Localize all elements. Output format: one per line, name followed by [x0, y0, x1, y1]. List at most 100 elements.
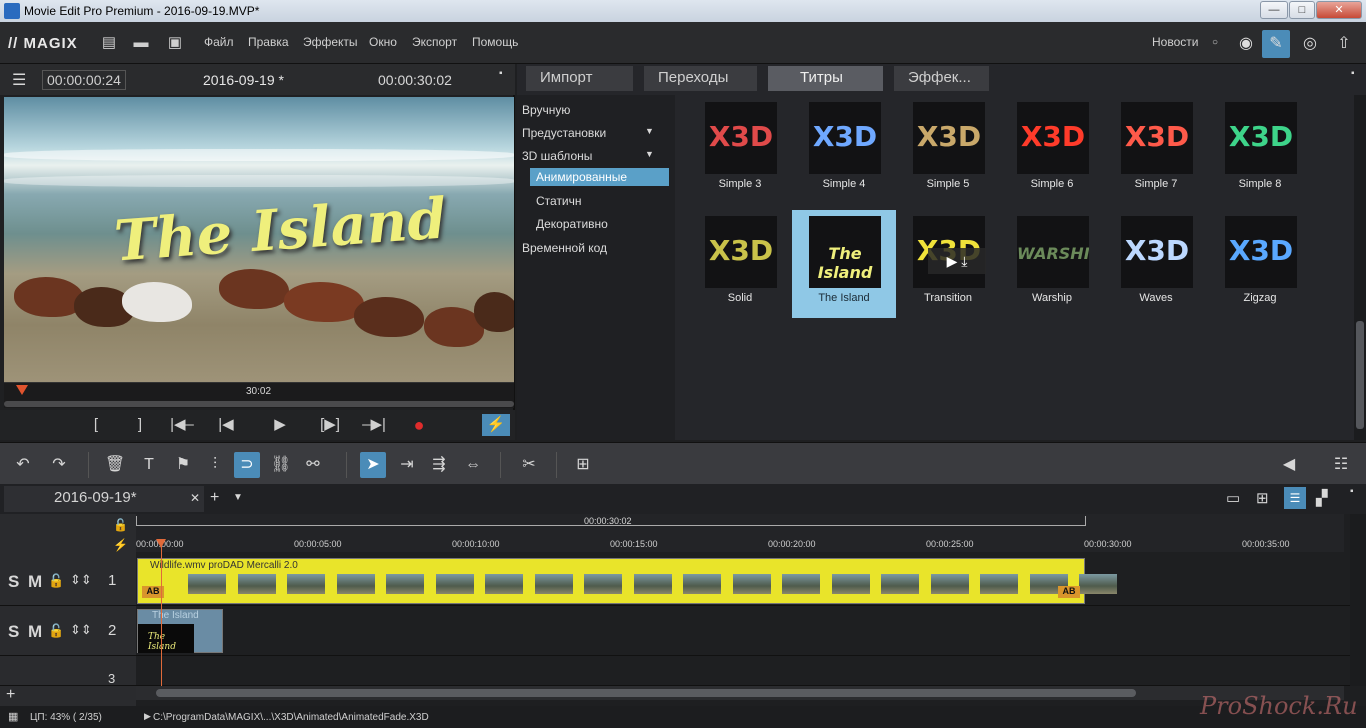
- ab-fade-badge[interactable]: AB: [1058, 586, 1080, 598]
- timeline-vscroll[interactable]: [1350, 514, 1366, 686]
- magnet-icon[interactable]: ⊃: [234, 452, 260, 478]
- multicam-view-icon[interactable]: ▞: [1316, 489, 1328, 507]
- maximize-panel-icon[interactable]: ▪: [1351, 68, 1355, 79]
- timeline-scrollbar[interactable]: [136, 686, 1344, 700]
- scrub-bar[interactable]: 30:02: [4, 382, 514, 408]
- tab-effects[interactable]: Эффек...: [894, 66, 989, 91]
- edit-mode-icon[interactable]: ✎: [1262, 30, 1290, 58]
- title-tile[interactable]: X3D Simple 6: [1000, 96, 1104, 204]
- tree-item-3d-templates[interactable]: 3D шаблоны: [522, 149, 592, 163]
- preview-download-icon[interactable]: ▶ ⤓: [928, 248, 986, 274]
- tree-item-animated[interactable]: Анимированные: [530, 168, 669, 186]
- maximize-panel-icon[interactable]: ▪: [1350, 486, 1354, 497]
- solo-mute-controls[interactable]: S M: [8, 622, 44, 642]
- maximize-button[interactable]: □: [1289, 1, 1315, 19]
- close-button[interactable]: ✕: [1316, 1, 1362, 19]
- title-tile[interactable]: WARSHIP Warship: [1000, 210, 1104, 318]
- open-folder-icon[interactable]: ▬: [132, 34, 150, 52]
- scroll-thumb[interactable]: [1356, 321, 1364, 429]
- save-icon[interactable]: ▣: [166, 34, 184, 52]
- burn-disc-icon[interactable]: ◎: [1296, 30, 1324, 58]
- add-track-icon[interactable]: +: [6, 686, 15, 704]
- timeline-ruler[interactable]: 00:00:30:02 00:00:00:00 00:00:05:00 00:00:…: [136, 514, 1344, 552]
- title-tile[interactable]: X3D Zigzag: [1208, 210, 1312, 318]
- menu-edit[interactable]: Правка: [248, 35, 289, 49]
- menu-window[interactable]: Окно: [369, 35, 397, 49]
- minimize-button[interactable]: —: [1260, 1, 1288, 19]
- prev-frame-button[interactable]: |◀: [212, 414, 240, 436]
- insert-icon[interactable]: ⊞: [570, 452, 596, 478]
- cut-icon[interactable]: ✂: [516, 452, 542, 478]
- new-file-icon[interactable]: ▤: [100, 34, 118, 52]
- title-tile[interactable]: X3D Simple 5: [896, 96, 1000, 204]
- unlink-icon[interactable]: ⚯: [300, 452, 326, 478]
- undo-icon[interactable]: ↶: [10, 452, 36, 478]
- title-tile[interactable]: The Island The Island: [792, 210, 896, 318]
- title-icon[interactable]: T: [136, 452, 162, 478]
- ripple-icon[interactable]: ⇥: [394, 452, 420, 478]
- menu-effects[interactable]: Эффекты: [303, 35, 358, 49]
- video-clip-wildlife[interactable]: Wildlife.wmv proDAD Mercalli 2.0 AB AB: [137, 558, 1117, 604]
- tree-item-decorative[interactable]: Декоративно: [536, 217, 608, 231]
- mark-out-button[interactable]: ]: [126, 414, 154, 436]
- tab-titles[interactable]: Титры: [768, 66, 883, 91]
- quick-action-button[interactable]: ⚡: [482, 414, 510, 436]
- lightning-icon[interactable]: ⚡: [113, 538, 128, 552]
- menu-export[interactable]: Экспорт: [412, 35, 457, 49]
- solo-mute-controls[interactable]: S M: [8, 572, 44, 592]
- play-button[interactable]: ▶: [266, 414, 294, 436]
- scrub-track[interactable]: [4, 401, 514, 407]
- playhead-marker[interactable]: [156, 539, 166, 548]
- add-tab-icon[interactable]: +: [210, 489, 219, 507]
- track-lock-icon[interactable]: 🔓: [48, 573, 64, 589]
- multi-ripple-icon[interactable]: ⇶: [426, 452, 452, 478]
- title-tile[interactable]: X3D Simple 7: [1104, 96, 1208, 204]
- maximize-panel-icon[interactable]: ▪: [499, 68, 503, 79]
- playhead[interactable]: [161, 540, 162, 686]
- tab-import[interactable]: Импорт: [526, 66, 633, 91]
- tab-transitions[interactable]: Переходы: [644, 66, 757, 91]
- tree-item-timecode[interactable]: Временной код: [522, 241, 607, 255]
- mode-toggle-icon[interactable]: ◉: [1232, 30, 1260, 58]
- pointer-icon[interactable]: ➤: [360, 452, 386, 478]
- pool-scrollbar[interactable]: [1354, 95, 1366, 440]
- upload-icon[interactable]: ⇧: [1330, 30, 1358, 58]
- split-icon[interactable]: ⫶: [202, 452, 228, 478]
- track-height-icon[interactable]: ⇕⇕: [70, 572, 92, 588]
- title-tile[interactable]: X3D Waves: [1104, 210, 1208, 318]
- expand-arrow-icon[interactable]: ▼: [645, 149, 654, 159]
- stretch-icon[interactable]: ⇔: [460, 452, 486, 478]
- tab-menu-icon[interactable]: ▼: [233, 492, 243, 503]
- project-tab[interactable]: 2016-09-19*: [4, 486, 204, 512]
- go-to-end-button[interactable]: –▶|: [360, 414, 388, 436]
- title-tile[interactable]: X3D Simple 3: [688, 96, 792, 204]
- close-tab-icon[interactable]: ✕: [190, 491, 200, 505]
- tree-item-static[interactable]: Статичн: [536, 194, 582, 208]
- current-timecode[interactable]: 00:00:00:24: [42, 70, 126, 90]
- tree-item-manual[interactable]: Вручную: [522, 103, 570, 117]
- menu-help[interactable]: Помощь: [472, 35, 518, 49]
- lock-icon[interactable]: 🔓: [113, 518, 128, 532]
- track-height-icon[interactable]: ⇕⇕: [70, 622, 92, 638]
- title-tile[interactable]: X3D Simple 4: [792, 96, 896, 204]
- delete-icon[interactable]: 🗑: [102, 452, 128, 478]
- scroll-thumb[interactable]: [156, 689, 1136, 697]
- play-range-button[interactable]: [▶]: [316, 414, 344, 436]
- mark-in-button[interactable]: [: [82, 414, 110, 436]
- storyboard-view-icon[interactable]: ▭: [1226, 489, 1240, 507]
- title-clip-the-island[interactable]: The Island The Island: [137, 609, 223, 653]
- track-lock-icon[interactable]: 🔓: [48, 623, 64, 639]
- tree-item-presets[interactable]: Предустановки: [522, 126, 606, 140]
- news-link[interactable]: Новости: [1152, 35, 1198, 49]
- timeline-view-icon[interactable]: ☰: [1284, 487, 1306, 509]
- scrub-marker[interactable]: [16, 385, 28, 395]
- video-preview[interactable]: The Island: [4, 97, 514, 382]
- marker-icon[interactable]: ⚑: [170, 452, 196, 478]
- menu-file[interactable]: Файл: [204, 35, 234, 49]
- record-button[interactable]: ●: [405, 414, 433, 436]
- hamburger-icon[interactable]: ☰: [12, 70, 26, 90]
- expand-arrow-icon[interactable]: ▼: [645, 126, 654, 136]
- redo-icon[interactable]: ↷: [46, 452, 72, 478]
- go-to-start-button[interactable]: |◀–: [168, 414, 196, 436]
- title-tile[interactable]: X3D Simple 8: [1208, 96, 1312, 204]
